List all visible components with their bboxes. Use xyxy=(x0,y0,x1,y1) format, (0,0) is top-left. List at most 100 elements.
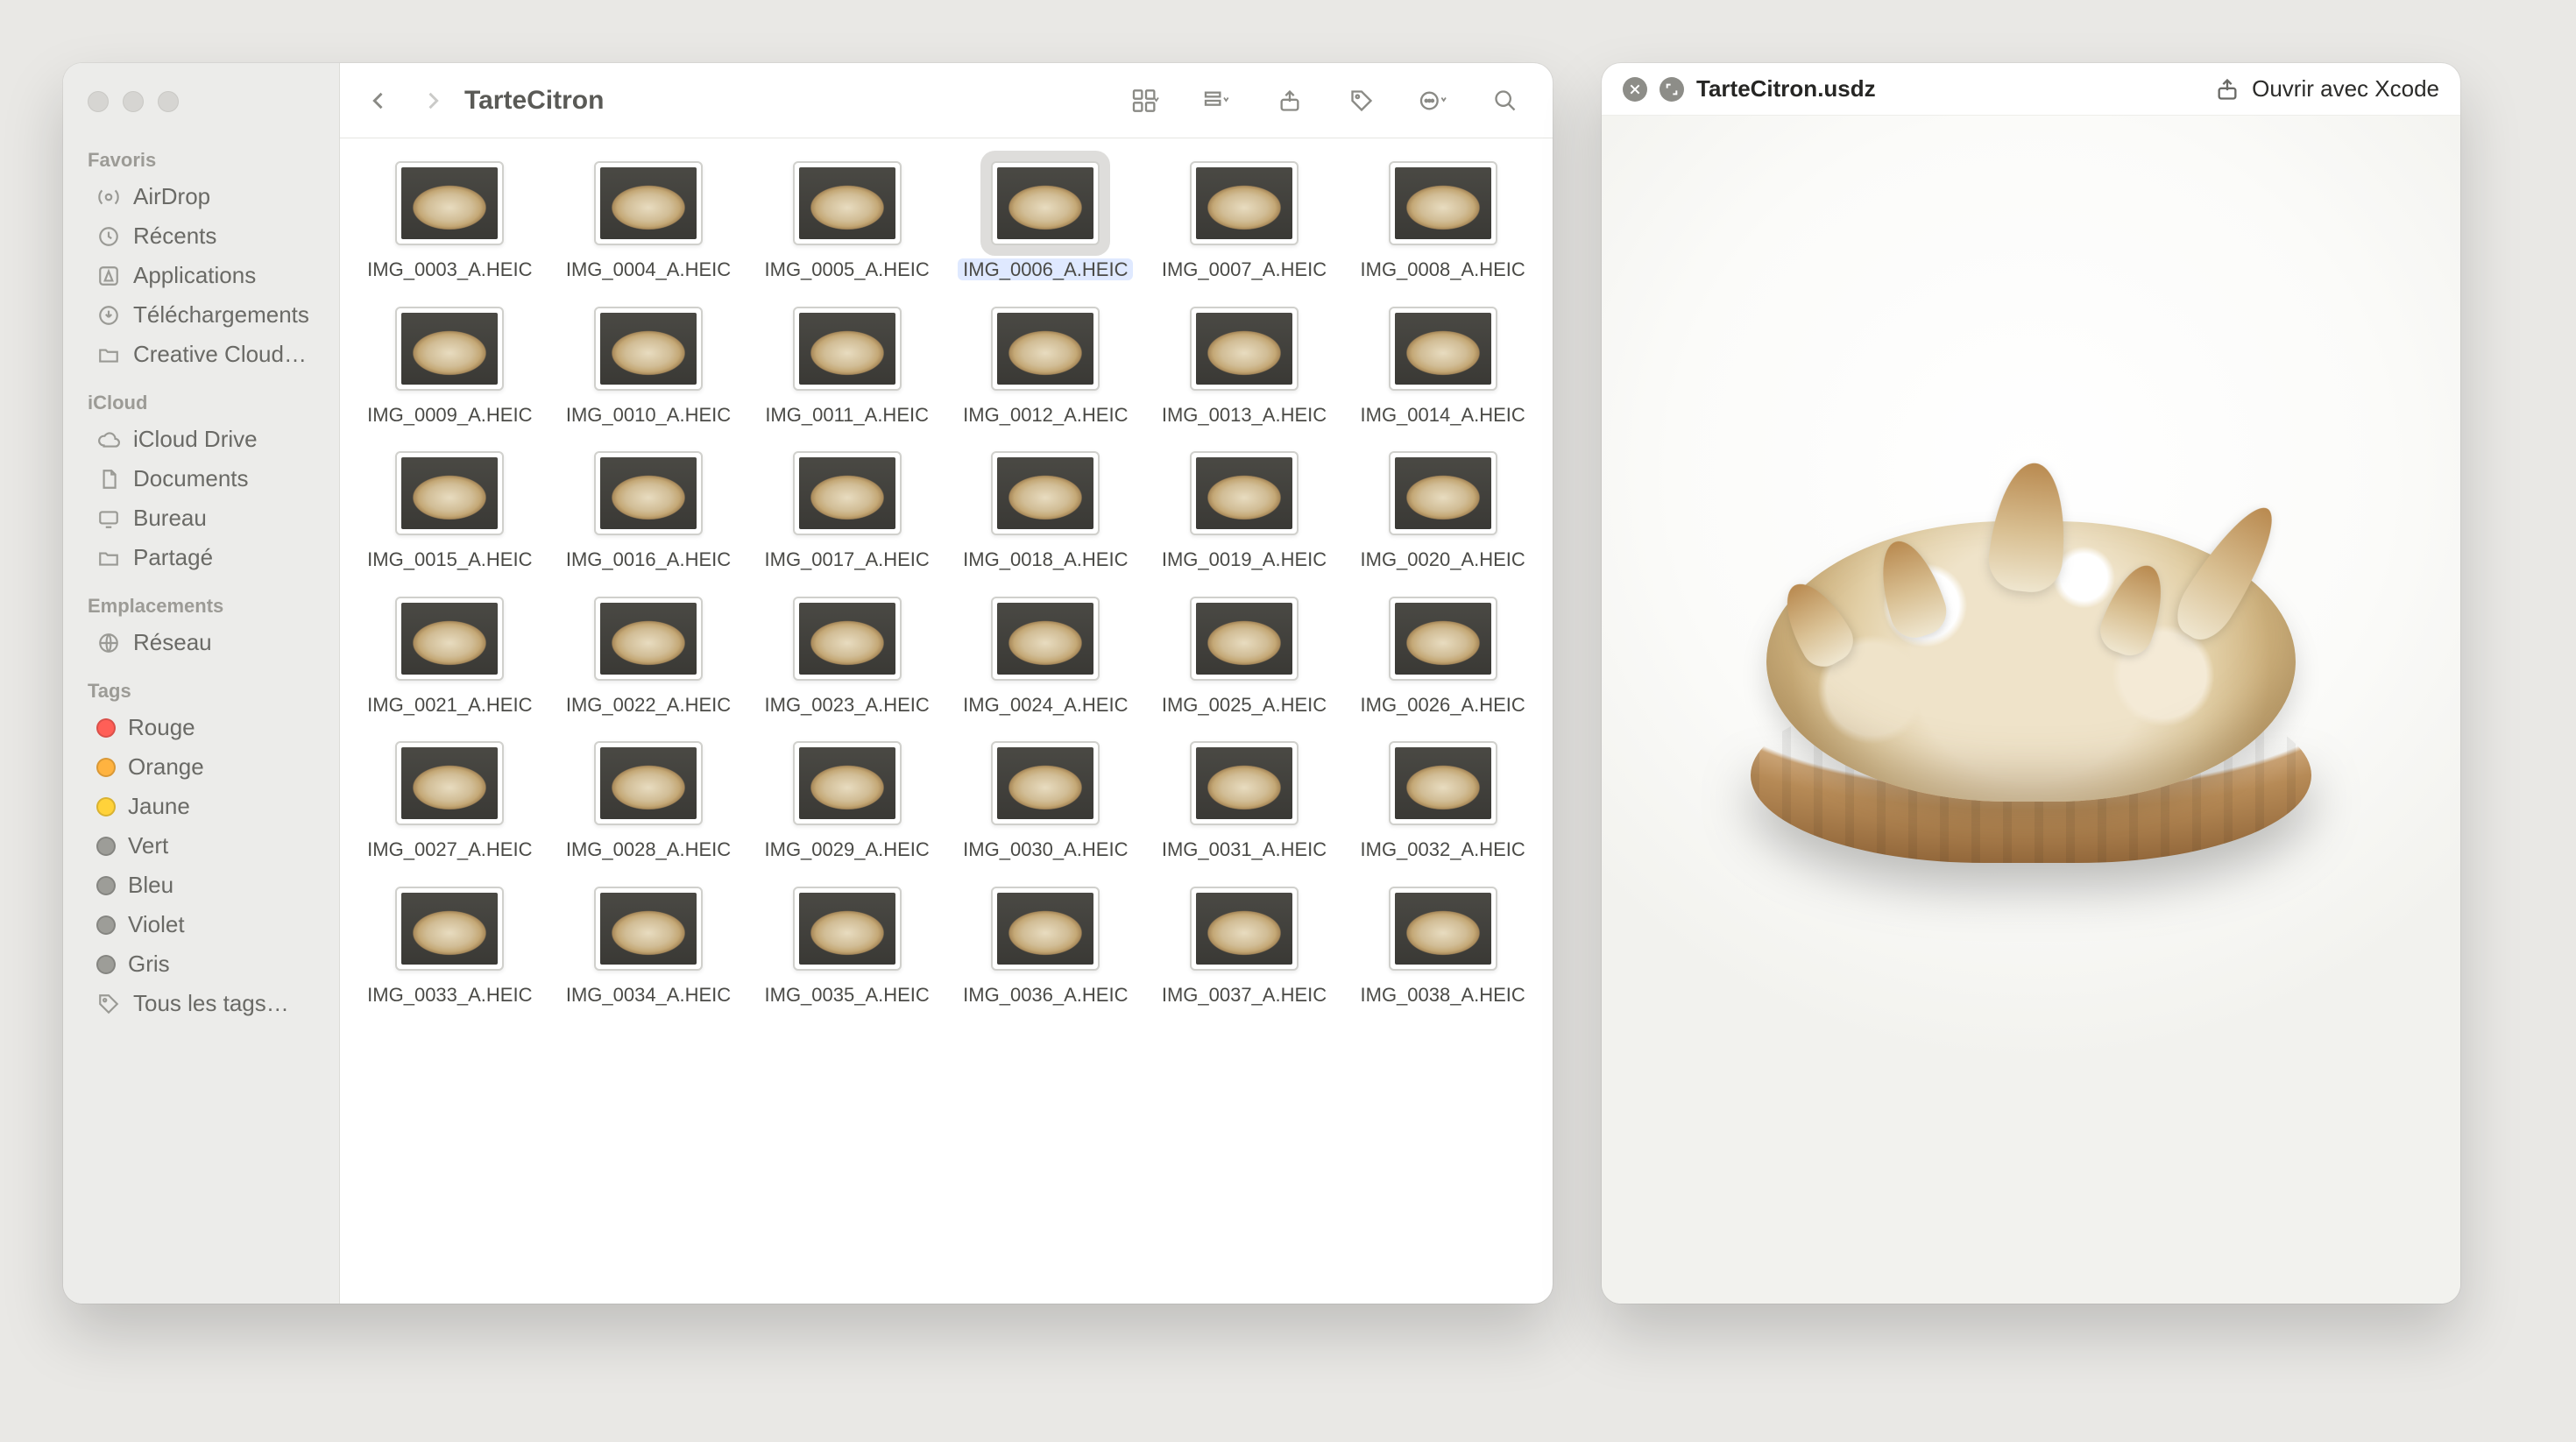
tags-button[interactable] xyxy=(1337,76,1386,125)
file-item[interactable]: IMG_0004_A.HEIC xyxy=(549,156,748,291)
file-item[interactable]: IMG_0033_A.HEIC xyxy=(350,881,549,1016)
file-item[interactable]: IMG_0032_A.HEIC xyxy=(1343,736,1542,871)
file-item[interactable]: IMG_0028_A.HEIC xyxy=(549,736,748,871)
fullscreen-icon[interactable] xyxy=(1660,77,1684,102)
tag-dot-icon xyxy=(96,837,116,856)
tag-icon xyxy=(96,992,121,1016)
sidebar-item-label: Récents xyxy=(133,223,216,250)
quicklook-window: TarteCitron.usdz Ouvrir avec Xcode xyxy=(1602,63,2460,1304)
sidebar-tag-violet[interactable]: Violet xyxy=(72,905,330,944)
zoom-dot[interactable] xyxy=(158,91,179,112)
file-item[interactable]: IMG_0031_A.HEIC xyxy=(1145,736,1344,871)
file-item[interactable]: IMG_0026_A.HEIC xyxy=(1343,591,1542,726)
minimize-dot[interactable] xyxy=(123,91,144,112)
file-item[interactable]: IMG_0027_A.HEIC xyxy=(350,736,549,871)
file-item[interactable]: IMG_0017_A.HEIC xyxy=(747,446,946,581)
file-item[interactable]: IMG_0003_A.HEIC xyxy=(350,156,549,291)
window-traffic-lights xyxy=(63,79,339,135)
file-name-label: IMG_0009_A.HEIC xyxy=(367,403,532,428)
file-item[interactable]: IMG_0023_A.HEIC xyxy=(747,591,946,726)
file-item[interactable]: IMG_0011_A.HEIC xyxy=(747,301,946,436)
file-item[interactable]: IMG_0024_A.HEIC xyxy=(946,591,1145,726)
file-item[interactable]: IMG_0037_A.HEIC xyxy=(1145,881,1344,1016)
sidebar-section-favoris: Favoris AirDrop Récents Applications xyxy=(63,135,339,378)
file-thumbnail xyxy=(991,597,1100,681)
more-actions-button[interactable] xyxy=(1409,76,1458,125)
sidebar-item-label: Téléchargements xyxy=(133,301,309,329)
file-item[interactable]: IMG_0013_A.HEIC xyxy=(1145,301,1344,436)
tag-dot-icon xyxy=(96,955,116,974)
file-thumbnail xyxy=(991,307,1100,391)
sidebar-item-applications[interactable]: Applications xyxy=(72,256,330,295)
file-item[interactable]: IMG_0015_A.HEIC xyxy=(350,446,549,581)
file-item[interactable]: IMG_0008_A.HEIC xyxy=(1343,156,1542,291)
search-button[interactable] xyxy=(1481,76,1530,125)
file-thumbnail xyxy=(793,741,902,825)
file-item[interactable]: IMG_0009_A.HEIC xyxy=(350,301,549,436)
forward-button[interactable] xyxy=(408,76,457,125)
quicklook-3d-viewport[interactable] xyxy=(1602,116,2460,1304)
file-thumbnail xyxy=(793,307,902,391)
open-with-button[interactable]: Ouvrir avec Xcode xyxy=(2252,75,2439,102)
sidebar-tag-orange[interactable]: Orange xyxy=(72,747,330,787)
file-item[interactable]: IMG_0034_A.HEIC xyxy=(549,881,748,1016)
file-item[interactable]: IMG_0012_A.HEIC xyxy=(946,301,1145,436)
sidebar-tag-rouge[interactable]: Rouge xyxy=(72,708,330,747)
file-item[interactable]: IMG_0030_A.HEIC xyxy=(946,736,1145,871)
sidebar-tag-gris[interactable]: Gris xyxy=(72,944,330,984)
close-icon[interactable] xyxy=(1623,77,1647,102)
close-dot[interactable] xyxy=(88,91,109,112)
file-item[interactable]: IMG_0035_A.HEIC xyxy=(747,881,946,1016)
file-thumbnail xyxy=(1389,597,1497,681)
sidebar-item-network[interactable]: Réseau xyxy=(72,623,330,662)
file-item[interactable]: IMG_0018_A.HEIC xyxy=(946,446,1145,581)
file-item[interactable]: IMG_0006_A.HEIC xyxy=(946,156,1145,291)
file-item[interactable]: IMG_0029_A.HEIC xyxy=(747,736,946,871)
sidebar-item-documents[interactable]: Documents xyxy=(72,459,330,498)
sidebar-item-icloud-drive[interactable]: iCloud Drive xyxy=(72,420,330,459)
file-thumbnail xyxy=(991,741,1100,825)
file-item[interactable]: IMG_0007_A.HEIC xyxy=(1145,156,1344,291)
file-item[interactable]: IMG_0020_A.HEIC xyxy=(1343,446,1542,581)
finder-window: Favoris AirDrop Récents Applications xyxy=(63,63,1553,1304)
file-thumbnail xyxy=(793,451,902,535)
file-item[interactable]: IMG_0005_A.HEIC xyxy=(747,156,946,291)
sidebar-tag-bleu[interactable]: Bleu xyxy=(72,866,330,905)
sidebar-item-label: Creative Cloud… xyxy=(133,341,307,368)
file-item[interactable]: IMG_0010_A.HEIC xyxy=(549,301,748,436)
sidebar-item-label: AirDrop xyxy=(133,183,210,210)
share-button[interactable] xyxy=(1265,76,1314,125)
sidebar-item-airdrop[interactable]: AirDrop xyxy=(72,177,330,216)
sidebar-item-shared[interactable]: Partagé xyxy=(72,538,330,577)
file-item[interactable]: IMG_0014_A.HEIC xyxy=(1343,301,1542,436)
sidebar-item-all-tags[interactable]: Tous les tags… xyxy=(72,984,330,1023)
sidebar-item-recents[interactable]: Récents xyxy=(72,216,330,256)
file-item[interactable]: IMG_0036_A.HEIC xyxy=(946,881,1145,1016)
sidebar-tag-vert[interactable]: Vert xyxy=(72,826,330,866)
back-button[interactable] xyxy=(354,76,403,125)
sidebar-item-label: iCloud Drive xyxy=(133,426,258,453)
file-grid-scroll[interactable]: IMG_0003_A.HEICIMG_0004_A.HEICIMG_0005_A… xyxy=(340,138,1553,1304)
file-item[interactable]: IMG_0022_A.HEIC xyxy=(549,591,748,726)
file-name-label: IMG_0034_A.HEIC xyxy=(566,983,731,1007)
sidebar-item-creative-cloud[interactable]: Creative Cloud… xyxy=(72,335,330,374)
file-item[interactable]: IMG_0038_A.HEIC xyxy=(1343,881,1542,1016)
sidebar-item-desktop[interactable]: Bureau xyxy=(72,498,330,538)
sidebar-title-tags: Tags xyxy=(63,671,339,708)
file-thumbnail xyxy=(1190,161,1299,245)
file-item[interactable]: IMG_0019_A.HEIC xyxy=(1145,446,1344,581)
view-mode-icon-button[interactable] xyxy=(1122,76,1171,125)
file-item[interactable]: IMG_0025_A.HEIC xyxy=(1145,591,1344,726)
file-thumbnail xyxy=(1190,597,1299,681)
file-name-label: IMG_0024_A.HEIC xyxy=(963,693,1128,717)
sidebar-tag-jaune[interactable]: Jaune xyxy=(72,787,330,826)
sidebar-section-tags: Tags RougeOrangeJauneVertBleuVioletGris … xyxy=(63,666,339,1027)
sidebar-item-downloads[interactable]: Téléchargements xyxy=(72,295,330,335)
file-item[interactable]: IMG_0016_A.HEIC xyxy=(549,446,748,581)
share-icon[interactable] xyxy=(2215,77,2240,102)
file-item[interactable]: IMG_0021_A.HEIC xyxy=(350,591,549,726)
file-thumbnail xyxy=(1190,887,1299,971)
file-name-label: IMG_0007_A.HEIC xyxy=(1162,258,1327,282)
file-thumbnail xyxy=(594,887,703,971)
group-by-button[interactable] xyxy=(1193,76,1242,125)
